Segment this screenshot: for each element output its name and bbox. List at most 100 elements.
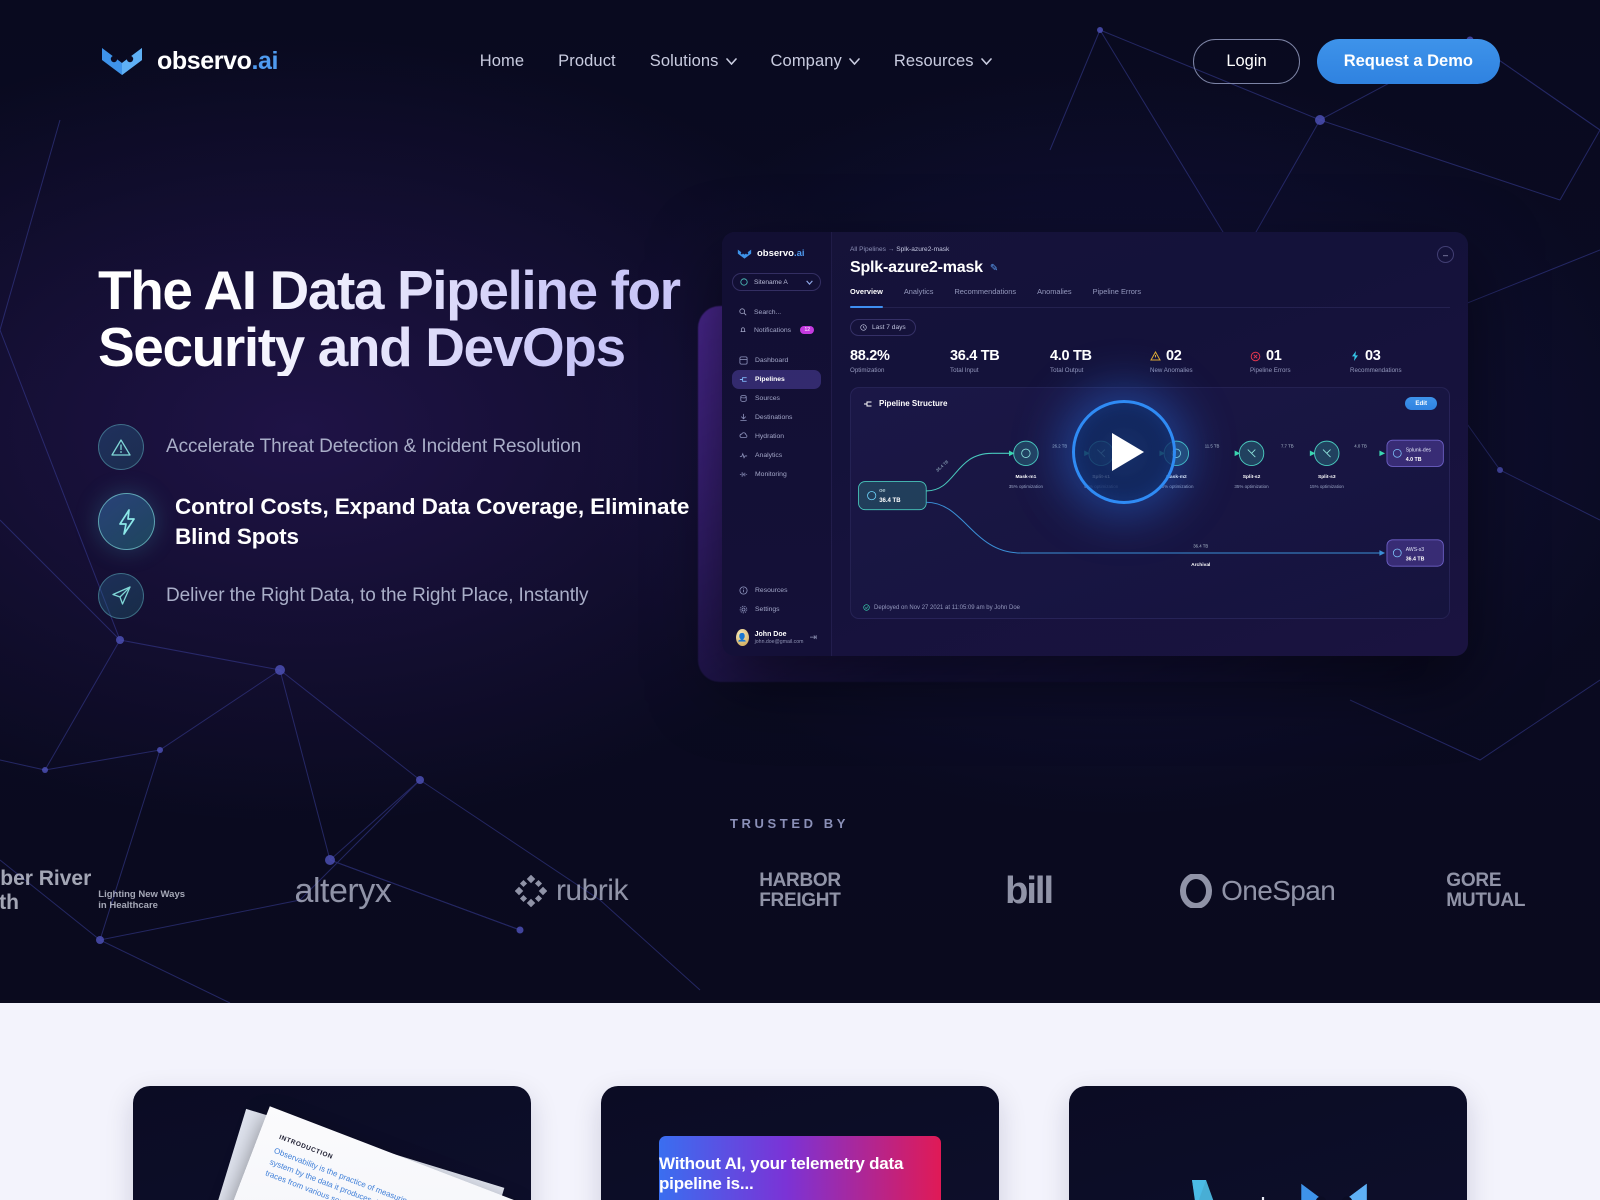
gore-line2: MUTUAL: [1446, 890, 1526, 911]
date-range-filter[interactable]: Last 7 days: [850, 319, 916, 336]
sidebar-item-label: Destinations: [755, 414, 793, 421]
nav-item-product[interactable]: Product: [558, 52, 616, 71]
login-button[interactable]: Login: [1193, 38, 1300, 84]
site-selector[interactable]: Sitename A: [732, 273, 821, 291]
main-navigation: observo.ai Home Product Solutions Compan…: [0, 0, 1600, 122]
sidebar-item-sources[interactable]: Sources: [732, 389, 821, 408]
feature-label: Deliver the Right Data, to the Right Pla…: [166, 584, 589, 606]
plus-symbol: +: [1254, 1188, 1272, 1200]
sidebar-item-label: Analytics: [755, 452, 783, 459]
stat-new-anomalies: 02 New Anomalies: [1150, 348, 1250, 374]
stat-value: 01: [1266, 348, 1282, 364]
sidebar-item-destinations[interactable]: Destinations: [732, 408, 821, 427]
dashboard-tabs: Overview Analytics Recommendations Anoma…: [850, 287, 1450, 308]
svg-text:36.4 TB: 36.4 TB: [1193, 543, 1208, 548]
minimize-icon[interactable]: –: [1437, 246, 1454, 263]
hydration-icon: [739, 432, 748, 438]
tab-recommendations[interactable]: Recommendations: [954, 287, 1016, 301]
svg-text:AWS-s3: AWS-s3: [1406, 547, 1425, 553]
sidebar-item-label: Resources: [755, 587, 788, 594]
brand-logo-link[interactable]: observo.ai: [100, 46, 278, 76]
nav-actions: Login Request a Demo: [1193, 38, 1500, 84]
request-demo-button[interactable]: Request a Demo: [1316, 38, 1500, 84]
play-button-icon[interactable]: [1072, 400, 1176, 504]
search-placeholder: Search...: [754, 308, 782, 316]
feature-item-control-costs[interactable]: Control Costs, Expand Data Coverage, Eli…: [98, 492, 708, 551]
svg-text:Split-s3: Split-s3: [1318, 474, 1336, 480]
search-icon: [739, 308, 747, 316]
pipelines-icon: [739, 377, 747, 382]
azure-observo-card[interactable]: +: [1069, 1086, 1467, 1200]
dashboard-brand: observo.ai: [732, 248, 821, 259]
amber-tag1: Lighting New Ways: [98, 888, 186, 900]
nav-item-solutions[interactable]: Solutions: [650, 52, 737, 71]
chevron-down-icon: [725, 57, 737, 65]
tab-anomalies[interactable]: Anomalies: [1037, 287, 1072, 301]
svg-text:26.2 TB: 26.2 TB: [1052, 444, 1067, 449]
telemetry-card[interactable]: Without AI, your telemetry data pipeline…: [601, 1086, 999, 1200]
rubrik-wordmark: rubrik: [555, 874, 629, 907]
dashboard-user-profile[interactable]: 👤 John Doe john.doe@gmail.com ⇥: [732, 629, 821, 646]
panel-title: Pipeline Structure: [879, 399, 948, 408]
pipelines-icon: [864, 401, 872, 406]
svg-text:Splunk-des: Splunk-des: [1406, 447, 1432, 453]
dashboard-icon: [739, 356, 748, 365]
stat-label: Total Output: [1050, 367, 1084, 374]
nav-item-resources[interactable]: Resources: [894, 52, 992, 71]
nav-item-company[interactable]: Company: [771, 52, 860, 71]
stat-optimization: 88.2% Optimization: [850, 348, 950, 374]
sidebar-item-label: Hydration: [755, 433, 785, 440]
stat-recommendations: 03 Recommendations: [1350, 348, 1450, 374]
breadcrumb-separator: →: [887, 246, 895, 253]
stat-value: 4.0 TB: [1050, 348, 1092, 364]
alteryx-wordmark: alteryx: [294, 871, 392, 910]
sidebar-item-analytics[interactable]: Analytics: [732, 446, 821, 465]
nav-item-home[interactable]: Home: [480, 52, 524, 71]
sidebar-item-dashboard[interactable]: Dashboard: [732, 351, 821, 370]
dashboard-search[interactable]: Search...: [732, 303, 821, 321]
logo-amber-river-health: mber River alth Lighting New Ways in Hea…: [0, 867, 229, 914]
edit-button[interactable]: Edit: [1405, 397, 1437, 410]
dashboard-notifications[interactable]: Notifications 12: [732, 321, 821, 339]
observo-owl-logo-icon: [1301, 1183, 1367, 1200]
resource-cards-section: INTRODUCTION Observability is the practi…: [0, 1003, 1600, 1200]
svg-text:36.4 TB: 36.4 TB: [879, 498, 901, 504]
edit-pencil-icon[interactable]: ✎: [990, 263, 998, 274]
chevron-down-icon: [849, 57, 860, 65]
logout-icon[interactable]: ⇥: [809, 632, 817, 643]
sidebar-item-settings[interactable]: Settings: [732, 600, 821, 619]
onespan-mark-icon: [1180, 874, 1213, 908]
whitepaper-card[interactable]: INTRODUCTION Observability is the practi…: [133, 1086, 531, 1200]
onespan-wordmark: OneSpan: [1221, 875, 1336, 906]
sidebar-item-hydration[interactable]: Hydration: [732, 427, 821, 446]
svg-text:35% optimization: 35% optimization: [1009, 484, 1044, 489]
feature-item-threat-detection[interactable]: Accelerate Threat Detection & Incident R…: [98, 424, 708, 471]
amber-line2: alth: [0, 891, 19, 914]
notifications-badge: 12: [800, 326, 814, 334]
logo-gore-mutual: GORE MUTUAL: [1371, 870, 1600, 911]
sidebar-item-label: Pipelines: [755, 376, 785, 383]
brand-name: observo.ai: [157, 46, 279, 75]
tab-overview[interactable]: Overview: [850, 287, 883, 308]
tab-pipeline-errors[interactable]: Pipeline Errors: [1093, 287, 1141, 301]
nav-links: Home Product Solutions Company Resources: [480, 52, 992, 71]
svg-text:Archival: Archival: [1191, 562, 1211, 568]
feature-item-deliver-data[interactable]: Deliver the Right Data, to the Right Pla…: [98, 572, 708, 619]
stat-label: Recommendations: [1350, 367, 1402, 374]
logo-harbor-freight: HARBOR FREIGHT: [686, 871, 915, 911]
rubrik-mark-icon: [514, 875, 547, 907]
sidebar-item-pipelines[interactable]: Pipelines: [732, 370, 821, 389]
sidebar-item-resources[interactable]: Resources: [732, 581, 821, 600]
check-circle-icon: [863, 604, 870, 611]
stat-pipeline-errors: 01 Pipeline Errors: [1250, 348, 1350, 374]
sidebar-item-monitoring[interactable]: Monitoring: [732, 465, 821, 484]
tab-analytics[interactable]: Analytics: [904, 287, 934, 301]
sidebar-item-label: Dashboard: [755, 357, 789, 364]
feature-label: Accelerate Threat Detection & Incident R…: [166, 436, 582, 458]
breadcrumb: All Pipelines → Splk-azure2-mask: [850, 246, 1450, 253]
lightning-bolt-icon: [98, 493, 155, 551]
breadcrumb-root[interactable]: All Pipelines: [850, 246, 886, 253]
azure-logo-icon: [1192, 1180, 1214, 1200]
stats-row: 88.2% Optimization 36.4 TB Total Input 4…: [850, 348, 1450, 374]
analytics-icon: [739, 452, 748, 459]
